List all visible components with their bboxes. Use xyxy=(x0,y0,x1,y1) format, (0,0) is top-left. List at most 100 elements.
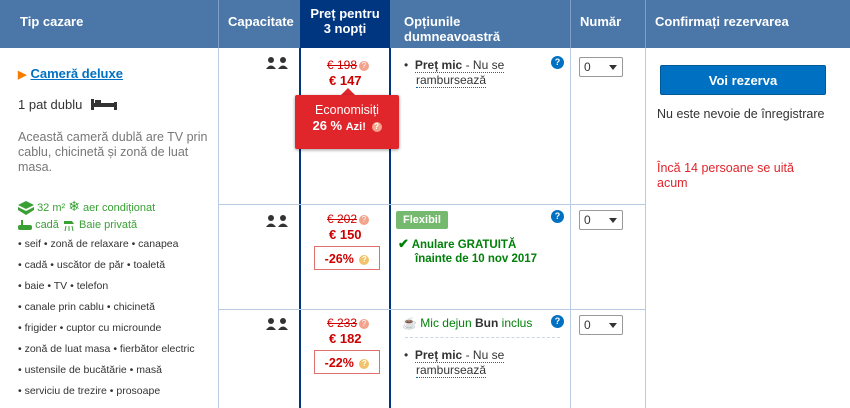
old-price-value: € 233 xyxy=(327,316,358,330)
shower-icon xyxy=(63,221,74,232)
select-value: 0 xyxy=(584,60,591,74)
discount-value: -22% xyxy=(324,356,354,370)
chevron-down-icon xyxy=(609,323,617,328)
new-price: € 150 xyxy=(329,227,362,242)
capacity-two-people-icon xyxy=(266,215,290,230)
old-price-value: € 202 xyxy=(327,212,358,226)
column-divider xyxy=(570,48,571,408)
old-price-value: € 198 xyxy=(327,58,358,72)
amenity-line: • ustensile de bucătărie • masă xyxy=(18,364,162,376)
snowflake-icon: ❄ xyxy=(68,198,80,214)
header-price-line2: 3 nopți xyxy=(323,21,367,36)
chevron-down-icon xyxy=(609,218,617,223)
select-value: 0 xyxy=(584,318,591,332)
new-price: € 147 xyxy=(329,73,362,88)
room-title-link[interactable]: Cameră deluxe xyxy=(30,66,123,81)
room-size-icon xyxy=(18,201,34,216)
header-divider xyxy=(218,0,219,48)
old-price: € 198? xyxy=(327,58,370,72)
option-non-refundable-link[interactable]: Preț mic - Nu se xyxy=(414,58,505,73)
info-icon[interactable]: ? xyxy=(359,255,370,265)
capacity-two-people-icon xyxy=(266,57,290,72)
bed-label: 1 pat dublu xyxy=(18,97,83,112)
savings-today: Azi! xyxy=(345,121,366,133)
option-non-refundable-link[interactable]: Preț mic - Nu se xyxy=(414,348,505,363)
savings-label: Economisiți xyxy=(315,103,379,117)
option-separator xyxy=(405,337,560,338)
flexible-badge: Flexibil xyxy=(396,211,448,229)
header-divider xyxy=(570,0,571,48)
option-rest: - Nu se xyxy=(462,58,505,72)
option-bold: Preț mic xyxy=(414,58,463,72)
option-rest2[interactable]: rambursează xyxy=(416,363,487,378)
amenity-line: • serviciu de trezire • prosoape xyxy=(18,385,161,397)
column-divider xyxy=(218,48,219,408)
option-non-refundable: • Preț mic - Nu se rambursează xyxy=(404,348,505,378)
option-rest2[interactable]: rambursează xyxy=(416,73,487,88)
amenity-line: • baie • TV • telefon xyxy=(18,280,109,292)
info-icon[interactable]: ? xyxy=(359,319,370,329)
amenity-line: • zonă de luat masa • fierbător electric xyxy=(18,343,195,355)
checkmark-icon: ✔ xyxy=(398,236,409,251)
old-price: € 233? xyxy=(327,316,370,330)
savings-pct: 26 % xyxy=(312,118,343,133)
room-quantity-select[interactable]: 0 xyxy=(579,315,623,335)
amenities-list: • seif • zonă de relaxare • canapea • ca… xyxy=(18,234,195,402)
column-divider xyxy=(645,48,646,408)
bed-info: 1 pat dublu xyxy=(18,97,118,112)
coffee-cup-icon: ☕ xyxy=(402,316,417,330)
bed-icon xyxy=(90,99,117,110)
savings-badge: Economisiți 26 % Azi! ? xyxy=(295,95,399,149)
select-value: 0 xyxy=(584,213,591,227)
amenity-line: • canale prin cablu • chicinetă xyxy=(18,301,155,313)
viewers-count: Încă 14 persoane se uită acum xyxy=(657,161,794,190)
new-price: € 182 xyxy=(329,331,362,346)
info-icon[interactable]: ? xyxy=(359,359,370,369)
chevron-down-icon xyxy=(609,65,617,70)
breakfast-bold: Bun xyxy=(475,316,499,330)
option-non-refundable: • Preț mic - Nu se rambursează xyxy=(404,58,505,88)
room-description: Această cameră dublă are TV prin cablu, … xyxy=(18,130,208,174)
info-icon[interactable]: ? xyxy=(359,215,370,225)
header-capacity: Capacitate xyxy=(228,14,294,29)
reserve-button[interactable]: Voi rezerva xyxy=(660,65,826,95)
breakfast-pre: Mic dejun xyxy=(420,316,475,330)
room-features-line2: cadă Baie privată xyxy=(18,218,137,232)
row-divider xyxy=(218,204,646,205)
discount-badge: -26% ? xyxy=(314,246,380,270)
room-title[interactable]: ▶ Cameră deluxe xyxy=(18,66,123,81)
old-price: € 202? xyxy=(327,212,370,226)
no-registration-note: Nu este nevoie de înregistrare xyxy=(657,107,825,121)
room-features-line1: 32 m² ❄ aer condiționat xyxy=(18,198,156,216)
help-icon[interactable]: ? xyxy=(551,56,564,69)
room-quantity-select[interactable]: 0 xyxy=(579,57,623,77)
room-quantity-select[interactable]: 0 xyxy=(579,210,623,230)
discount-value: -26% xyxy=(324,252,354,266)
room-size: 32 m² xyxy=(37,202,66,214)
amenity-line: • frigider • cuptor cu microunde xyxy=(18,322,162,334)
savings-amount: 26 % Azi! ? xyxy=(295,118,399,135)
header-room-type: Tip cazare xyxy=(20,14,84,29)
option-rest: - Nu se xyxy=(462,348,505,362)
free-cancellation: ✔ Anulare GRATUITĂ înainte de 10 nov 201… xyxy=(398,237,537,266)
header-divider xyxy=(645,0,646,48)
air-conditioning: aer condiționat xyxy=(83,202,156,214)
info-icon[interactable]: ? xyxy=(371,122,382,132)
breakfast-info: ☕ Mic dejun Bun inclus xyxy=(402,316,532,331)
option-bold: Preț mic xyxy=(414,348,463,362)
header-price-line1: Preț pentru xyxy=(310,6,380,21)
row-divider xyxy=(218,309,646,310)
amenity-line: • seif • zonă de relaxare • canapea xyxy=(18,238,179,250)
help-icon[interactable]: ? xyxy=(551,210,564,223)
header-confirm: Confirmați rezervarea xyxy=(655,14,789,29)
bathtub-icon xyxy=(18,220,32,230)
info-icon[interactable]: ? xyxy=(359,61,370,71)
bathtub-label: cadă xyxy=(35,218,59,231)
cancel-line2: înainte de 10 nov 2017 xyxy=(415,253,538,265)
header-price: Preț pentru 3 nopți xyxy=(300,0,390,48)
help-icon[interactable]: ? xyxy=(551,315,564,328)
amenity-line: • cadă • uscător de păr • toaletă xyxy=(18,259,166,271)
discount-badge: -22% ? xyxy=(314,350,380,374)
capacity-two-people-icon xyxy=(266,318,290,333)
private-bath: Baie privată xyxy=(79,218,138,231)
